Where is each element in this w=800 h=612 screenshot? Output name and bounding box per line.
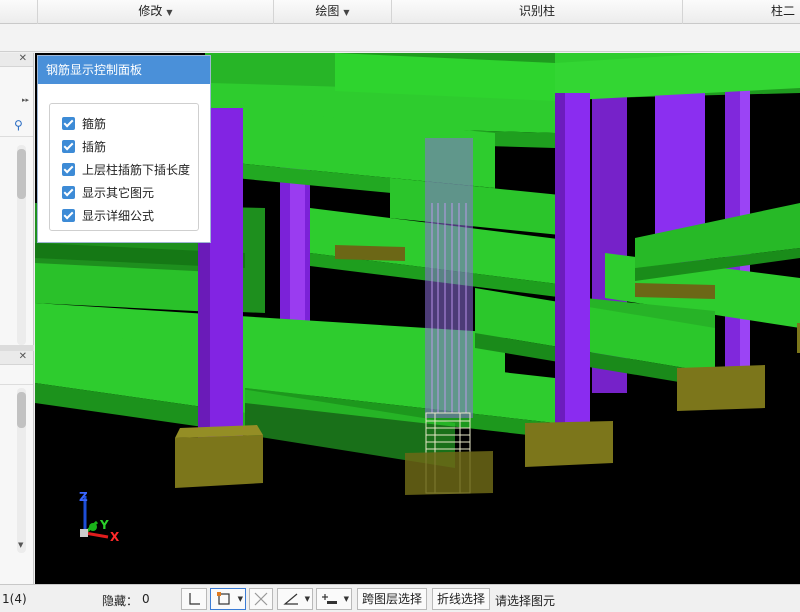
footing-back-2	[635, 283, 715, 299]
ribbon-bar: 修改▼ 绘图▼ 识别柱 柱二次	[0, 0, 800, 41]
footing-back-1	[335, 245, 405, 261]
chevron-down-icon: ▼	[237, 595, 243, 603]
option-label: 箍筋	[82, 117, 107, 131]
footing-2	[405, 451, 493, 495]
dock-header-bottom: ✕	[0, 351, 33, 365]
chevron-down-icon: ▼	[166, 8, 173, 17]
option-show-detailed-formula[interactable]: 显示详细公式	[50, 204, 198, 227]
checkbox-checked-icon[interactable]	[62, 186, 75, 199]
close-icon[interactable]: ✕	[19, 351, 27, 362]
ribbon-modify[interactable]: 修改 ▼	[37, 0, 273, 24]
offset-icon	[322, 594, 337, 604]
footing-3	[525, 421, 613, 467]
ribbon-identify-column-label: 识别柱	[518, 4, 555, 18]
expand-icon[interactable]: ▸▸	[22, 96, 29, 104]
checkbox-checked-icon[interactable]	[62, 140, 75, 153]
ribbon-modify-label: 修改	[138, 4, 163, 18]
chevron-down-icon: ▼	[304, 595, 310, 603]
scroll-down-icon[interactable]: ▼	[18, 541, 23, 549]
angle-icon	[283, 593, 298, 605]
hidden-count: 0	[142, 592, 150, 606]
checkbox-checked-icon[interactable]	[62, 117, 75, 130]
chevron-down-icon: ▼	[343, 595, 349, 603]
ortho-toggle-button[interactable]	[181, 588, 207, 610]
footing-4	[677, 365, 765, 411]
hidden-label: 隐藏：	[102, 594, 139, 608]
checkbox-checked-icon[interactable]	[62, 163, 75, 176]
close-icon[interactable]: ✕	[19, 53, 27, 64]
dock-scrollbar-top[interactable]	[17, 145, 26, 345]
scrollbar-thumb[interactable]	[17, 149, 26, 199]
option-label: 显示其它图元	[82, 186, 155, 200]
search-icon[interactable]: ⚲	[14, 118, 23, 132]
ribbon-subbar	[0, 24, 800, 52]
status-prompt: 请选择图元	[495, 594, 556, 608]
option-dowel[interactable]: 插筋	[50, 135, 198, 158]
option-show-other-elements[interactable]: 显示其它图元	[50, 181, 198, 204]
axis-z-label: Z	[79, 490, 88, 504]
axis-x-label: X	[110, 530, 120, 544]
cross-layer-select-button[interactable]: 跨图层选择	[357, 588, 427, 610]
ribbon-draw-label: 绘图	[315, 4, 340, 18]
snap-mode-button[interactable]: ▼	[210, 588, 246, 610]
chevron-down-icon: ▼	[343, 8, 350, 17]
panel-options-box: 箍筋 插筋 上层柱插筋下插长度 显示其它图元 显示详细公式	[49, 103, 199, 231]
dock-search-row: ⚲	[0, 115, 33, 137]
cross-icon	[254, 592, 268, 606]
scrollbar-thumb[interactable]	[17, 392, 26, 428]
option-label: 插筋	[82, 140, 107, 154]
option-label: 显示详细公式	[82, 209, 155, 223]
snap-icon	[217, 592, 230, 605]
option-label: 上层柱插筋下插长度	[82, 163, 191, 177]
status-bar: 1(4) 隐藏： 0 ▼ ▼ ▼ 跨图层选择 折线选择 请选择图元	[0, 584, 800, 612]
ortho-icon	[189, 593, 200, 605]
option-upper-dowel-length[interactable]: 上层柱插筋下插长度	[50, 158, 198, 181]
polyline-select-button[interactable]: 折线选择	[432, 588, 490, 610]
column-right-tall-face	[740, 53, 750, 373]
ribbon-identify-column[interactable]: 识别柱	[391, 0, 682, 24]
ribbon-column-secondary[interactable]: 柱二次	[682, 0, 800, 41]
angle-button[interactable]: ▼	[277, 588, 313, 610]
dock-scrollbar-bottom[interactable]	[17, 388, 26, 553]
checkbox-checked-icon[interactable]	[62, 209, 75, 222]
selection-count: 1(4)	[2, 592, 27, 606]
cross-snap-button[interactable]	[249, 588, 273, 610]
column-front-right-shade	[555, 93, 565, 423]
ribbon-draw[interactable]: 绘图 ▼	[273, 0, 391, 24]
dock-list-header	[0, 365, 33, 385]
panel-title: 钢筋显示控制面板	[38, 56, 210, 84]
option-stirrup[interactable]: 箍筋	[50, 112, 198, 135]
offset-button[interactable]: ▼	[316, 588, 352, 610]
dock-header-top: ✕	[0, 53, 33, 67]
axis-y-label: Y	[100, 518, 109, 532]
left-dock: ✕ ▸▸ ⚲ ✕ ▼	[0, 53, 34, 584]
rebar-display-control-panel: 钢筋显示控制面板 箍筋 插筋 上层柱插筋下插长度 显示其它图元 显示详细公式	[37, 55, 211, 243]
footing-1	[175, 435, 263, 488]
